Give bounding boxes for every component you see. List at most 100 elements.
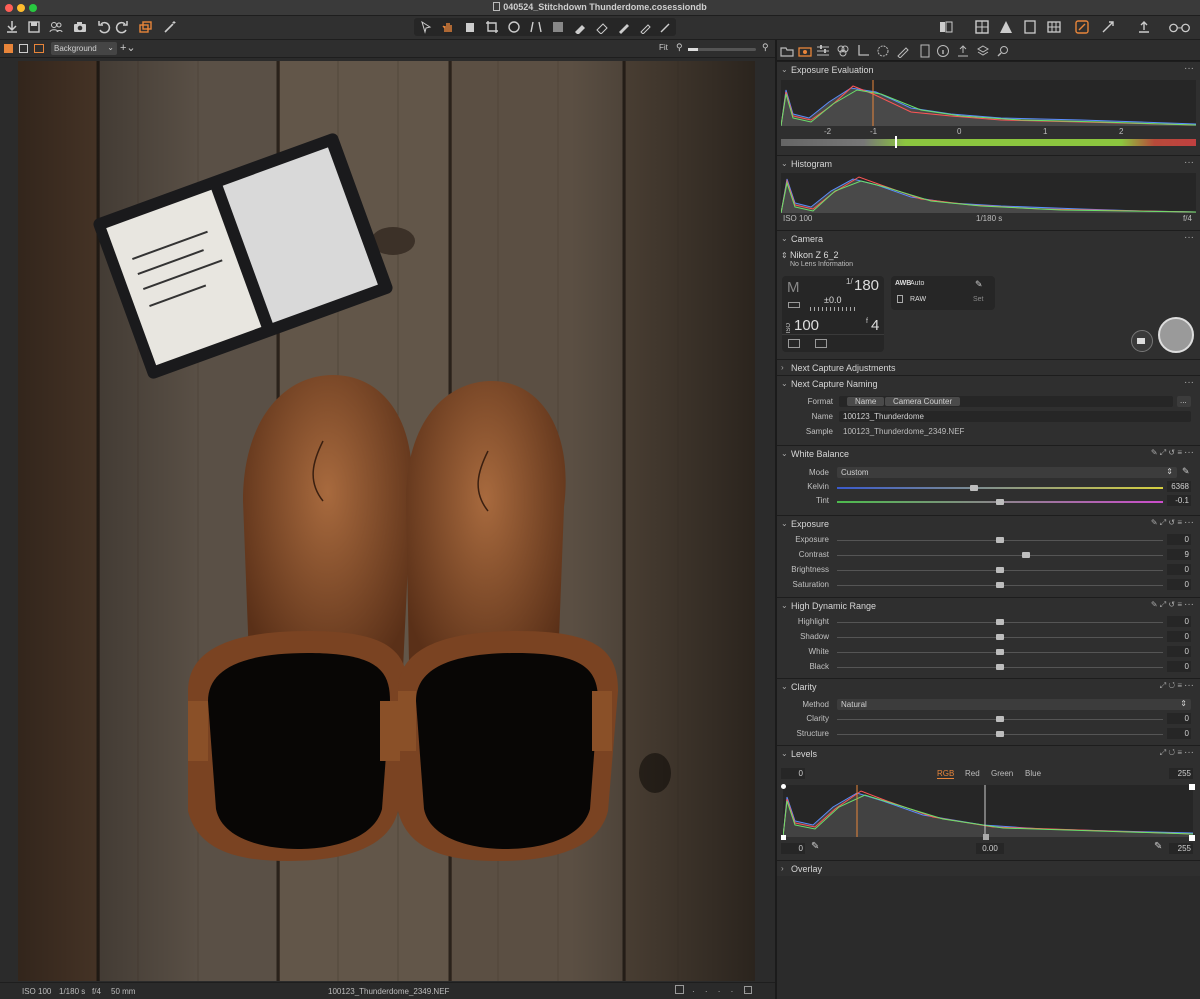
eraser-icon[interactable] (594, 19, 610, 35)
more-icon[interactable]: ··· (1184, 517, 1194, 528)
layers-brush-tab-icon[interactable] (895, 43, 911, 59)
picker-icon[interactable] (638, 19, 654, 35)
brightness-slider-knob[interactable] (996, 567, 1004, 573)
highlight-slider[interactable] (837, 619, 1163, 625)
camera-iso[interactable]: 100 (794, 317, 819, 334)
single-shot-icon[interactable] (788, 339, 800, 348)
levels-highlight-handle[interactable] (1189, 784, 1195, 790)
name-input[interactable]: 100123_Thunderdome (839, 411, 1191, 422)
main-photo[interactable] (18, 61, 755, 981)
token-camera-counter[interactable]: Camera Counter (885, 397, 961, 406)
shadow-slider[interactable] (837, 634, 1163, 640)
black-slider[interactable] (837, 664, 1163, 670)
rotate-icon[interactable] (506, 19, 522, 35)
library-tab-icon[interactable] (779, 43, 795, 59)
grid-mode-icon[interactable] (4, 44, 13, 53)
levels-channel-blue[interactable]: Blue (1025, 769, 1041, 778)
more-icon[interactable]: ··· (1184, 157, 1194, 168)
pen-icon[interactable] (616, 19, 632, 35)
camera-select-chevron-icon[interactable]: ⇕ (781, 251, 788, 260)
info-box-icon[interactable] (675, 985, 684, 994)
exposure-value[interactable]: 0 (1167, 534, 1191, 545)
camera-icon[interactable] (72, 19, 88, 35)
clarity-header[interactable]: ⌄ Clarity ⤢ ↺ ≡ ··· (777, 678, 1200, 694)
highlight-slider-knob[interactable] (996, 619, 1004, 625)
batch-tab-icon[interactable] (975, 43, 991, 59)
tint-slider-knob[interactable] (996, 499, 1004, 505)
camera-format[interactable]: RAW (910, 296, 926, 303)
contrast-slider[interactable] (837, 552, 1163, 558)
variants-icon[interactable] (138, 19, 154, 35)
overlay-grid-icon[interactable] (1046, 19, 1062, 35)
more-icon[interactable]: ··· (1184, 63, 1194, 74)
glasses-icon[interactable] (1166, 19, 1194, 35)
next-capture-adjustments-header[interactable]: › Next Capture Adjustments (777, 359, 1200, 375)
loupe-icon[interactable] (462, 19, 478, 35)
more-icon[interactable]: ··· (1184, 377, 1194, 388)
metadata-tab-icon[interactable] (917, 43, 933, 59)
camera-shutter[interactable]: 180 (854, 277, 879, 294)
adjust-tab-icon[interactable] (815, 43, 831, 59)
saturation-slider-knob[interactable] (996, 582, 1004, 588)
eyedropper-icon[interactable]: ✎ (975, 279, 983, 290)
undo-icon[interactable] (96, 19, 112, 35)
select-cursor-icon[interactable] (418, 19, 434, 35)
shadow-slider-knob[interactable] (996, 634, 1004, 640)
kelvin-slider[interactable] (837, 485, 1163, 491)
histogram-header[interactable]: ⌄ Histogram ··· (777, 155, 1200, 171)
more-icon[interactable]: ··· (1184, 747, 1194, 758)
levels-channel-green[interactable]: Green (991, 769, 1013, 778)
kelvin-slider-knob[interactable] (969, 485, 978, 491)
layer-select[interactable]: Background ⌄ (51, 42, 117, 55)
wb-mode-select[interactable]: Custom ⇕ (837, 467, 1177, 478)
share-icon[interactable] (1136, 19, 1152, 35)
levels-output-low[interactable]: 0 (781, 843, 805, 854)
color-tab-icon[interactable] (835, 43, 851, 59)
search-icon[interactable]: ⚲ (762, 42, 769, 53)
clarity-method-select[interactable]: Natural ⇕ (837, 699, 1191, 710)
info-tab-icon[interactable] (935, 43, 951, 59)
save-icon[interactable] (26, 19, 42, 35)
tint-value[interactable]: -0.1 (1167, 495, 1191, 506)
levels-histogram[interactable] (783, 785, 1193, 837)
token-name[interactable]: Name (847, 397, 885, 406)
users-icon[interactable] (48, 19, 64, 35)
composition-tab-icon[interactable] (875, 43, 891, 59)
crop-icon[interactable] (484, 19, 500, 35)
levels-channel-red[interactable]: Red (965, 769, 980, 778)
metering-icon[interactable] (815, 339, 827, 348)
contrast-slider-knob[interactable] (1022, 552, 1031, 558)
structure-value[interactable]: 0 (1167, 728, 1191, 739)
clarity-slider[interactable] (837, 716, 1163, 722)
wb-set-button[interactable]: Set (973, 296, 984, 303)
redo-icon[interactable] (114, 19, 130, 35)
tool-actions-icons[interactable]: ✎ ⤢ ↺ ≡ (1151, 448, 1182, 458)
white-slider-knob[interactable] (996, 649, 1004, 655)
more-icon[interactable]: ··· (1184, 447, 1194, 458)
exposure-slider-knob[interactable] (996, 537, 1004, 543)
grid-view-icon[interactable] (974, 19, 990, 35)
tool-actions-icons[interactable]: ✎ ⤢ ↺ ≡ (1151, 600, 1182, 610)
add-layer-icon[interactable]: +⌄ (120, 41, 136, 54)
zoom-label[interactable]: Fit (659, 43, 668, 52)
white-eyedropper-icon[interactable]: ✎ (1154, 841, 1162, 852)
saturation-slider[interactable] (837, 582, 1163, 588)
black-slider-knob[interactable] (996, 664, 1004, 670)
more-icon[interactable]: ··· (1184, 599, 1194, 610)
levels-header[interactable]: ⌄ Levels ⤢ ↺ ≡ ··· (777, 745, 1200, 761)
structure-slider-knob[interactable] (996, 731, 1004, 737)
gradient-icon[interactable] (550, 19, 566, 35)
hdr-header[interactable]: ⌄ High Dynamic Range ✎ ⤢ ↺ ≡ ··· (777, 597, 1200, 613)
keystone-icon[interactable] (528, 19, 544, 35)
magic-wand-icon[interactable] (162, 19, 178, 35)
clarity-value[interactable]: 0 (1167, 713, 1191, 724)
warning-icon[interactable] (998, 19, 1014, 35)
levels-output-high[interactable]: 255 (1169, 843, 1193, 854)
tool-actions-icons[interactable]: ⤢ ↺ ≡ (1160, 681, 1182, 691)
levels-midtone-handle[interactable] (983, 834, 989, 840)
kelvin-value[interactable]: 6368 (1167, 481, 1191, 492)
format-more-button[interactable]: ... (1177, 396, 1191, 407)
white-value[interactable]: 0 (1167, 646, 1191, 657)
search-tab-icon[interactable] (995, 43, 1011, 59)
exposure-slider[interactable] (837, 537, 1163, 543)
